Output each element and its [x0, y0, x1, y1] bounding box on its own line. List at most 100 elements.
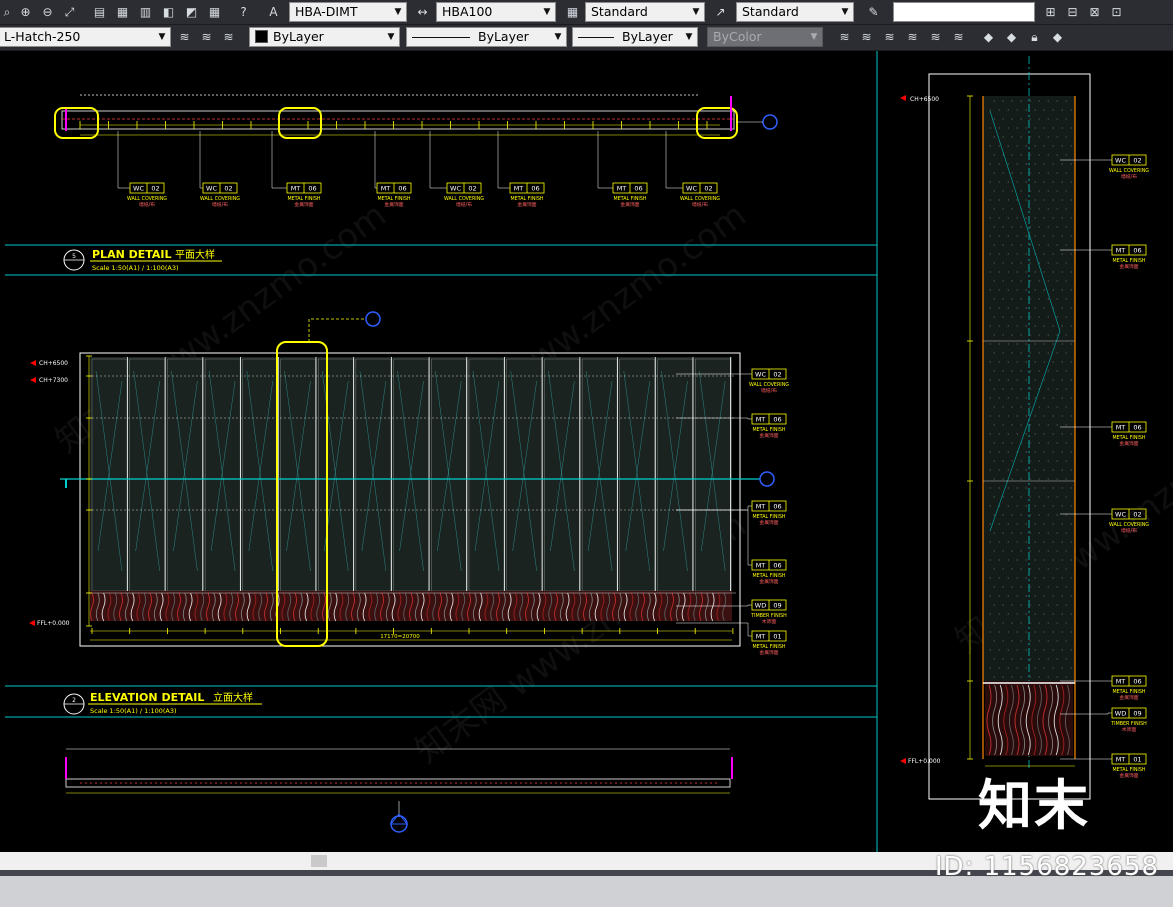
tag-label-cn: 木饰面	[762, 618, 777, 625]
layer-settings-icon[interactable]: ◆	[1002, 28, 1021, 46]
tag-code: WC	[686, 185, 697, 193]
tag-label: METAL FINISH	[613, 196, 646, 202]
lineweight-value: ByLayer	[622, 29, 673, 44]
calculator-icon[interactable]: ▦	[205, 3, 224, 21]
zoom-previous-icon[interactable]: ⊖	[38, 3, 57, 21]
make-current-layer-icon[interactable]: ≋	[175, 28, 194, 46]
multileader-style-value: Standard	[742, 4, 799, 19]
tag-label-cn: 金属饰面	[1119, 772, 1138, 779]
layer-freeze-icon[interactable]: ≋	[857, 28, 876, 46]
tag-label-cn: 墙纸/布	[692, 201, 708, 208]
layer-isolate-icon[interactable]: ⊡	[1107, 3, 1126, 21]
unlock-icon[interactable]: ◆	[1048, 28, 1067, 46]
layer-previous-icon[interactable]: ⊠	[1085, 3, 1104, 21]
tag-label-cn: 金属饰面	[620, 201, 639, 208]
chevron-down-icon: ▼	[685, 32, 693, 42]
plan_tags-tag: WC 02 WALL COVERING墙纸/布	[200, 182, 240, 208]
linetype-value: ByLayer	[478, 29, 529, 44]
dimension-style-select[interactable]: HBA-DIMT ▼	[289, 2, 407, 22]
tag-label-cn: 金属饰面	[759, 432, 778, 439]
dimension-style-icon[interactable]: ↔	[413, 3, 432, 21]
layer-match-icon[interactable]: ✎	[864, 3, 883, 21]
table-style-select[interactable]: Standard ▼	[585, 2, 705, 22]
linetype-select[interactable]: ByLayer ▼	[406, 27, 567, 47]
plotstyle-select: ByColor ▼	[707, 27, 823, 47]
layer-new-icon[interactable]: ⊞	[1041, 3, 1060, 21]
tag-label-cn: 墙纸/布	[761, 387, 777, 394]
tag-label-cn: 墙纸/布	[139, 201, 155, 208]
elevation-title-cn: 立面大样	[213, 691, 253, 704]
sheet-set-icon[interactable]: ◧	[159, 3, 178, 21]
lineweight-select[interactable]: ByLayer ▼	[572, 27, 698, 47]
watermark-id: ID: 1156823658	[934, 852, 1159, 882]
layer-state-icon[interactable]: ⊟	[1063, 3, 1082, 21]
command-search-input[interactable]	[893, 2, 1035, 22]
color-swatch-icon	[255, 30, 268, 43]
tag-label: METAL FINISH	[510, 196, 543, 202]
multileader-style-select[interactable]: Standard ▼	[736, 2, 854, 22]
tag-label: METAL FINISH	[287, 196, 320, 202]
level-ch6500: CH+6500	[39, 360, 68, 367]
tag-label-cn: 墙纸/布	[456, 201, 472, 208]
scrollbar-thumb[interactable]	[311, 855, 327, 867]
tag-number: 09	[1133, 710, 1141, 718]
color-value: ByLayer	[273, 29, 324, 44]
chevron-down-icon: ▼	[394, 7, 402, 17]
tag-code: MT	[617, 185, 627, 193]
markup-icon[interactable]: ◩	[182, 3, 201, 21]
drawing-canvas[interactable]: 知末网 www.znzmo.com 知末网 www.znzmo.com 知末网 …	[0, 51, 1173, 852]
tag-code: WC	[450, 185, 461, 193]
tag-label: WALL COVERING	[749, 382, 789, 388]
tool-palettes-icon[interactable]: ▥	[136, 3, 155, 21]
table-style-icon[interactable]: ▦	[563, 3, 582, 21]
level-ffl: FFL+0.000	[37, 620, 70, 627]
toolbar-row-styles: ⌕ ⊕ ⊖ ⤢ ▤ ▦ ▥ ◧ ◩ ▦ ? A HBA-DIMT ▼ ↔ HBA1…	[0, 0, 1173, 25]
tag-number: 06	[1133, 247, 1141, 255]
help-icon[interactable]: ?	[234, 3, 253, 21]
tag-label-cn: 木饰面	[1122, 726, 1137, 733]
layer-off-icon[interactable]: ≋	[835, 28, 854, 46]
layer-previous-icon[interactable]: ≋	[197, 28, 216, 46]
layer-unlock-icon[interactable]: ≋	[903, 28, 922, 46]
elevation-detail: 17170=20700 CH+6500 CH+7300 FFL+0.000 WC…	[29, 311, 789, 715]
layer-walk-icon[interactable]: ≋	[219, 28, 238, 46]
tag-code: MT	[756, 416, 766, 424]
lock-icon[interactable]: 🔒︎	[1025, 28, 1044, 46]
multileader-style-icon[interactable]: ↗	[711, 3, 730, 21]
plan-title: PLAN DETAIL	[92, 248, 172, 261]
tag-code: WC	[206, 185, 217, 193]
tag-number: 02	[224, 185, 232, 193]
chevron-down-icon: ▼	[841, 7, 849, 17]
tag-label: METAL FINISH	[752, 644, 785, 650]
zoom-extents-icon[interactable]: ⤢	[60, 3, 79, 21]
tag-code: WC	[755, 371, 766, 379]
tag-code: MT	[756, 503, 766, 511]
tag-label-cn: 金属饰面	[1119, 263, 1138, 270]
layer-lock-icon[interactable]: ≋	[880, 28, 899, 46]
properties-icon[interactable]: ▤	[90, 3, 109, 21]
tag-number: 02	[468, 185, 476, 193]
layer-states-icon[interactable]: ◆	[979, 28, 998, 46]
side-level-ch: CH+6500	[910, 96, 939, 103]
zoom-window-icon[interactable]: ⊕	[16, 3, 35, 21]
layer-select[interactable]: L-Hatch-250 ▼	[0, 27, 171, 47]
tag-code: MT	[514, 185, 524, 193]
plan-scale: Scale 1:50(A1) / 1:100(A3)	[92, 264, 179, 272]
design-center-icon[interactable]: ▦	[113, 3, 132, 21]
annotation-scale-select[interactable]: HBA100 ▼	[436, 2, 556, 22]
cad-drawing: WC 02WALL COVERING墙纸/布WC 02WALL COVERING墙纸…	[5, 51, 1149, 852]
tag-label-cn: 墙纸/布	[1121, 173, 1137, 180]
tag-label: METAL FINISH	[1112, 258, 1145, 264]
tag-number: 06	[773, 416, 781, 424]
elevation-title: ELEVATION DETAIL	[90, 691, 204, 704]
text-style-icon[interactable]: A	[264, 3, 283, 21]
zoom-realtime-icon[interactable]: ⌕	[0, 3, 14, 21]
layer-change-icon[interactable]: ≋	[949, 28, 968, 46]
side-level-ffl: FFL+0.000	[908, 758, 941, 765]
chevron-down-icon: ▼	[810, 32, 818, 42]
color-select[interactable]: ByLayer ▼	[249, 27, 400, 47]
tag-code: WC	[1115, 511, 1126, 519]
tag-number: 06	[531, 185, 539, 193]
plan_tags-tag: MT 06 METAL FINISH金属饰面	[376, 182, 412, 208]
layer-match-icon[interactable]: ≋	[926, 28, 945, 46]
